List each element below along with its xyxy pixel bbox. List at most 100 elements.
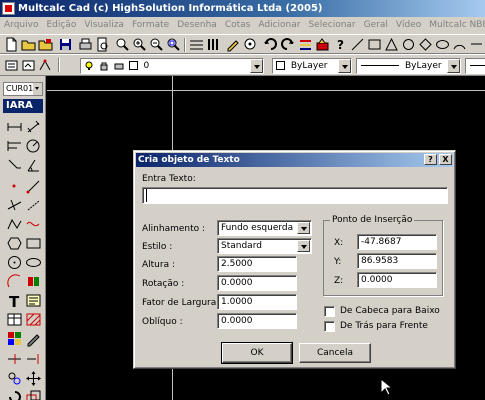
dimension-icon[interactable]	[6, 119, 23, 136]
menu-formate[interactable]: Formate	[128, 17, 173, 34]
z-coordinate-field[interactable]: 0.0000	[357, 272, 437, 288]
arc-icon[interactable]	[6, 273, 23, 290]
arc-tool-icon[interactable]	[452, 37, 467, 52]
ok-button[interactable]: OK	[221, 342, 293, 364]
redo-icon[interactable]	[280, 37, 295, 52]
triangle-tool-icon[interactable]	[384, 37, 399, 52]
more-tools-icon[interactable]	[469, 37, 484, 52]
menu-edicao[interactable]: Edição	[42, 17, 80, 34]
menu-video[interactable]: Vídeo	[392, 17, 425, 34]
new-file-icon[interactable]	[4, 37, 19, 52]
upside-down-checkbox[interactable]	[324, 306, 335, 317]
pencil-icon[interactable]	[226, 37, 241, 52]
undo-icon[interactable]	[263, 37, 278, 52]
radius-dimension-icon[interactable]	[25, 138, 42, 155]
ray-icon[interactable]	[25, 197, 42, 214]
layer-manager-icon[interactable]	[4, 58, 19, 73]
zoom-out-icon[interactable]	[149, 37, 164, 52]
trim-icon[interactable]	[6, 351, 23, 368]
alinhamento-select[interactable]: Fundo esquerda	[217, 220, 312, 236]
chevron-down-icon[interactable]	[447, 59, 460, 73]
open-folder-icon[interactable]	[21, 37, 36, 52]
table-icon[interactable]	[6, 311, 23, 328]
spline-icon[interactable]	[25, 216, 42, 233]
ellipse-tool-icon[interactable]	[435, 37, 450, 52]
open-drawing-icon[interactable]	[38, 37, 53, 52]
color-select[interactable]: ByLayer	[272, 58, 352, 74]
edit-pen-icon[interactable]	[25, 330, 42, 347]
linetype-select[interactable]: ByLayer	[356, 58, 461, 74]
circle-icon[interactable]	[6, 254, 23, 271]
help-icon[interactable]: ?	[333, 37, 348, 52]
baseline-dimension-icon[interactable]	[6, 138, 23, 155]
hatch-icon[interactable]	[25, 311, 42, 328]
properties-icon[interactable]	[315, 37, 330, 52]
print-icon[interactable]	[78, 37, 93, 52]
estilo-select[interactable]: Standard	[217, 238, 312, 254]
layer-select[interactable]: 0	[80, 58, 264, 74]
layers-icon[interactable]	[298, 37, 313, 52]
grid-icon[interactable]	[189, 37, 204, 52]
chevron-down-icon[interactable]	[297, 240, 310, 252]
leader-icon[interactable]	[6, 157, 23, 174]
polyline-icon[interactable]	[6, 216, 23, 233]
block-insert-icon[interactable]	[25, 273, 42, 290]
menu-desenha[interactable]: Desenha	[173, 17, 221, 34]
zoom-extents-icon[interactable]	[166, 37, 181, 52]
hexagon-icon[interactable]	[6, 235, 23, 252]
point-icon[interactable]	[6, 178, 23, 195]
menu-arquivo[interactable]: Arquivo	[0, 17, 42, 34]
zoom-window-icon[interactable]	[115, 37, 130, 52]
snap-icon[interactable]	[243, 37, 258, 52]
x-coordinate-field[interactable]: -47.8687	[357, 234, 437, 250]
chevron-down-icon[interactable]	[250, 59, 263, 73]
xline-icon[interactable]	[6, 197, 23, 214]
layer-match-icon[interactable]	[38, 58, 53, 73]
copy-icon[interactable]	[6, 370, 23, 387]
circle-tool-icon[interactable]	[401, 37, 416, 52]
chevron-down-icon[interactable]	[33, 83, 42, 95]
text-tool-icon[interactable]: T	[6, 292, 23, 309]
menu-selecionar[interactable]: Selecionar	[304, 17, 359, 34]
ortho-icon[interactable]	[206, 37, 221, 52]
obliquo-field[interactable]: 0.0000	[217, 313, 297, 329]
close-button[interactable]: X	[439, 154, 452, 165]
chevron-down-icon[interactable]	[338, 59, 351, 73]
backwards-checkbox[interactable]	[324, 321, 335, 332]
line-icon[interactable]	[25, 178, 42, 195]
altura-field[interactable]: 2.5000	[217, 256, 297, 272]
chevron-down-icon[interactable]	[297, 222, 310, 234]
menu-multcalc-nbr6118[interactable]: Multcalc NBR6118	[425, 17, 485, 34]
aligned-dimension-icon[interactable]	[25, 119, 42, 136]
layer-combo[interactable]: CUR01	[3, 82, 43, 96]
layer-previous-icon[interactable]	[21, 58, 36, 73]
fator-largura-label: Fator de Largura :	[142, 298, 223, 308]
diamond-tool-icon[interactable]	[418, 37, 433, 52]
menu-adicionar[interactable]: Adicionar	[254, 17, 304, 34]
lineweight-select[interactable]	[465, 58, 485, 74]
menu-cotas[interactable]: Cotas	[221, 17, 255, 34]
rectangle-icon[interactable]	[25, 235, 42, 252]
text-entry-field[interactable]	[142, 187, 448, 204]
line-tool-icon[interactable]	[350, 37, 365, 52]
alinhamento-label: Alinhamento :	[142, 224, 206, 234]
color-palette-icon[interactable]	[6, 330, 23, 347]
menu-visualiza[interactable]: Visualiza	[80, 17, 128, 34]
rotacao-field[interactable]: 0.0000	[217, 275, 297, 291]
fator-largura-field[interactable]: 1.0000	[217, 294, 297, 310]
help-button[interactable]: ?	[424, 154, 437, 165]
extend-icon[interactable]	[25, 351, 42, 368]
cancel-button[interactable]: Cancela	[299, 343, 371, 363]
rectangle-tool-icon[interactable]	[367, 37, 382, 52]
angular-dimension-icon[interactable]	[25, 157, 42, 174]
multiline-text-icon[interactable]	[25, 292, 42, 309]
save-icon[interactable]	[58, 37, 73, 52]
menu-geral[interactable]: Geral	[360, 17, 392, 34]
print-preview-icon[interactable]	[95, 37, 110, 52]
zoom-in-icon[interactable]	[132, 37, 147, 52]
y-coordinate-field[interactable]: 86.9583	[357, 253, 437, 269]
ellipse-icon[interactable]	[25, 254, 42, 271]
scale-icon[interactable]	[25, 389, 42, 400]
move-icon[interactable]	[25, 370, 42, 387]
rotate-icon[interactable]	[6, 389, 23, 400]
